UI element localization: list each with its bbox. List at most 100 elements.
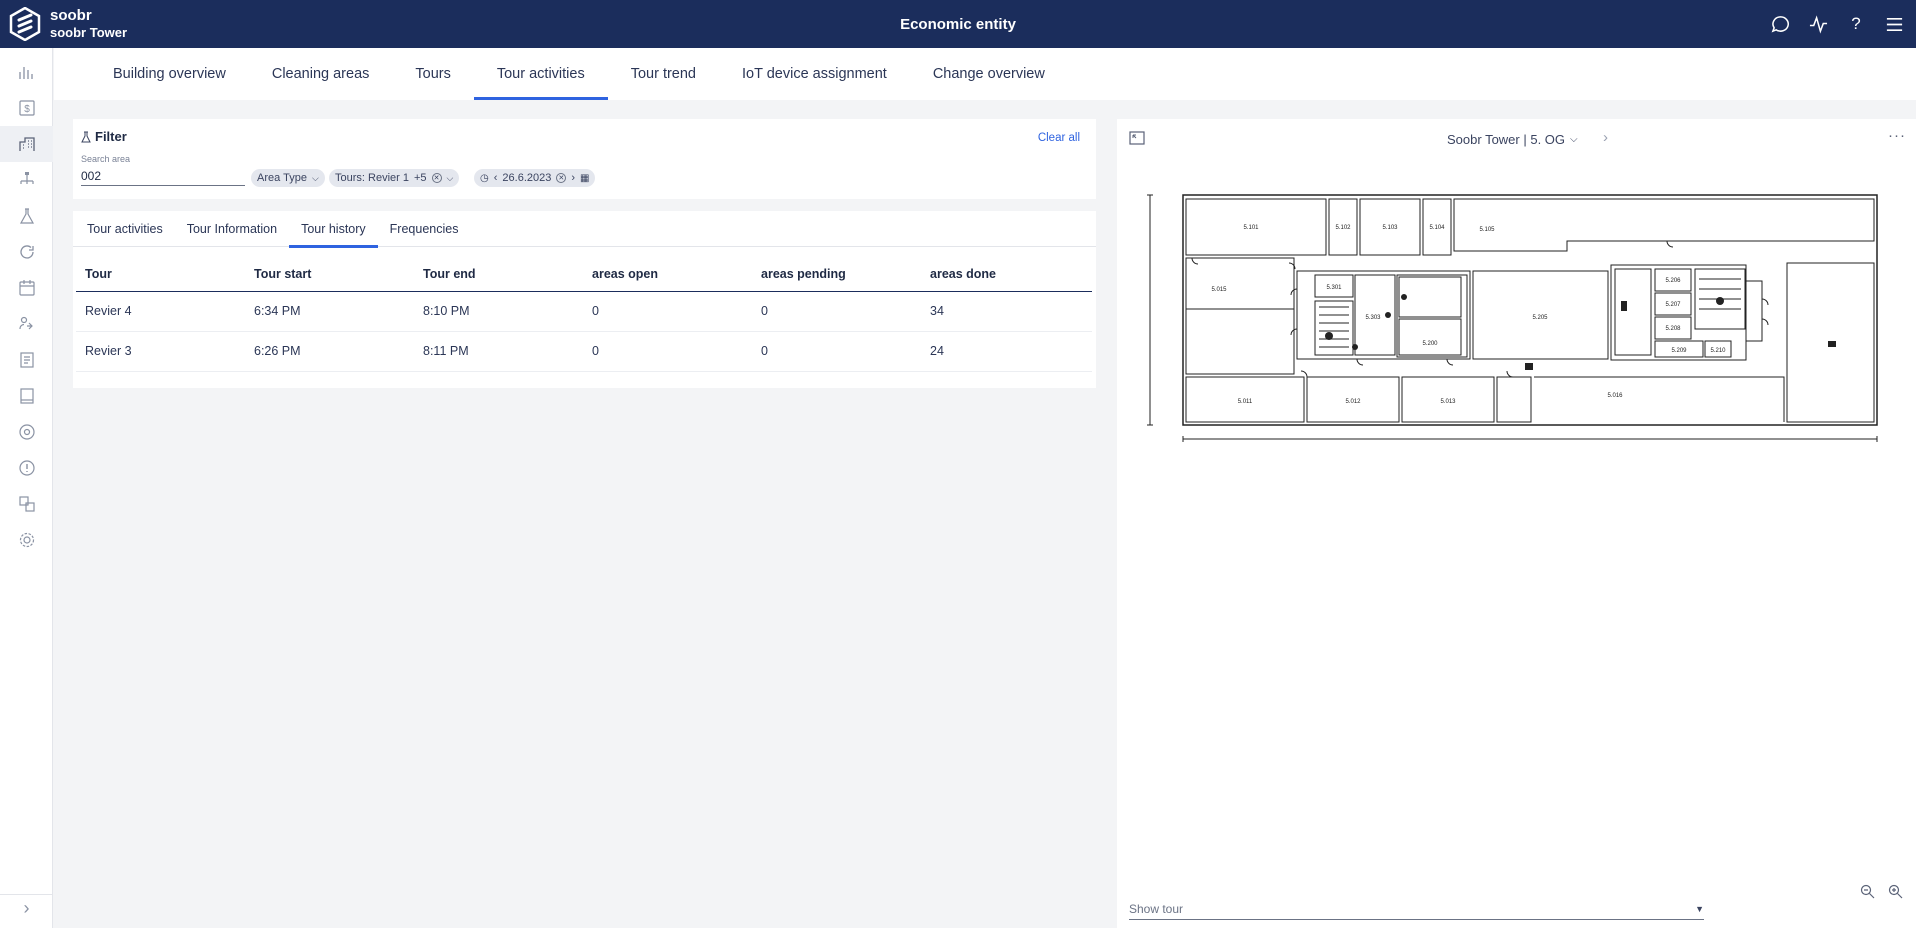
table-row[interactable]: Revier 3 6:26 PM 8:11 PM 0 0 24: [76, 331, 1092, 372]
search-area-input[interactable]: [81, 166, 245, 186]
tour-history-table: Tour Tour start Tour end areas open area…: [76, 257, 1092, 372]
top-header: soobr soobr Tower Economic entity ?: [0, 0, 1916, 48]
room-label: 5.012: [1345, 399, 1361, 405]
sub-tab-bar: Tour activities Tour Information Tour hi…: [73, 211, 1096, 248]
tours-more-count: +5: [413, 172, 427, 184]
area-type-label: Area Type: [257, 172, 307, 184]
room-label: 5.102: [1335, 225, 1351, 231]
activity-icon[interactable]: [1808, 14, 1828, 34]
cell-tour: Revier 4: [76, 291, 245, 332]
floor-plan[interactable]: 5.101 5.102 5.103 5.104 5.105 5.015 5.30…: [1147, 189, 1909, 499]
report-icon[interactable]: [0, 342, 53, 378]
zoom-out-icon[interactable]: [1858, 882, 1876, 900]
subtab-tour-activities[interactable]: Tour activities: [75, 211, 175, 247]
floor-selector-label: Soobr Tower | 5. OG: [1447, 132, 1566, 147]
tab-iot-device-assignment[interactable]: IoT device assignment: [719, 48, 910, 100]
clear-date-icon[interactable]: ✕: [556, 173, 567, 183]
calendar-clock-icon[interactable]: [0, 270, 53, 306]
cell-tour-start: 6:34 PM: [245, 291, 414, 332]
users-swap-icon[interactable]: [0, 306, 53, 342]
more-options-icon[interactable]: ···: [1888, 127, 1906, 144]
building-name: soobr Tower: [50, 25, 128, 40]
tab-tour-activities[interactable]: Tour activities: [473, 48, 608, 100]
column-header-areas-done[interactable]: areas done: [921, 257, 1092, 292]
chevron-down-icon[interactable]: ⌵: [447, 173, 454, 184]
cell-tour-start: 6:26 PM: [245, 331, 414, 372]
filter-panel: Filter Clear all Search area Area Type ⌵…: [73, 119, 1096, 199]
tab-tours[interactable]: Tours: [392, 48, 473, 100]
room-label: 5.104: [1429, 225, 1445, 231]
chevron-down-icon: ⌵: [311, 172, 319, 183]
filter-title: Filter: [95, 129, 127, 144]
bar-chart-icon[interactable]: [0, 54, 53, 90]
subtab-tour-information[interactable]: Tour Information: [175, 211, 289, 247]
tours-filter-chip[interactable]: Tours: Revier 1 +5 ✕ ⌵: [329, 169, 460, 187]
tour-table-panel: Tour activities Tour Information Tour hi…: [73, 211, 1096, 388]
main-tab-bar: Building overview Cleaning areas Tours T…: [54, 48, 1916, 100]
clear-all-button[interactable]: Clear all: [1038, 132, 1080, 144]
translate-icon[interactable]: [0, 486, 53, 522]
cell-areas-pending: 0: [752, 291, 921, 332]
dropdown-arrow-icon: ▼: [1695, 903, 1704, 914]
clock-icon: ◷: [480, 172, 489, 184]
column-header-areas-open[interactable]: areas open: [583, 257, 752, 292]
expand-map-icon[interactable]: [1129, 131, 1145, 145]
flask-icon[interactable]: [0, 198, 53, 234]
column-header-tour-start[interactable]: Tour start: [245, 257, 414, 292]
column-header-tour-end[interactable]: Tour end: [414, 257, 583, 292]
tab-cleaning-areas[interactable]: Cleaning areas: [249, 48, 393, 100]
menu-icon[interactable]: [1884, 14, 1904, 34]
flask-icon: [81, 131, 91, 142]
brand-name: soobr: [50, 7, 92, 24]
building-icon[interactable]: [0, 126, 53, 162]
cell-areas-open: 0: [583, 291, 752, 332]
area-type-dropdown[interactable]: Area Type ⌵: [251, 169, 325, 187]
gauge-icon[interactable]: [0, 414, 53, 450]
settings-icon[interactable]: [0, 522, 53, 558]
room-label: 5.011: [1238, 399, 1253, 405]
previous-date-icon[interactable]: ‹: [494, 172, 498, 184]
expand-sidebar-chevron-icon[interactable]: ›: [0, 894, 53, 922]
column-header-tour[interactable]: Tour: [76, 257, 245, 292]
svg-text:$: $: [24, 104, 30, 115]
room-label: 5.013: [1440, 399, 1456, 405]
room-label: 5.101: [1243, 225, 1259, 231]
zoom-in-icon[interactable]: [1886, 882, 1904, 900]
tab-change-overview[interactable]: Change overview: [910, 48, 1068, 100]
next-floor-icon[interactable]: ›: [1603, 129, 1608, 146]
filter-header: Filter: [81, 129, 127, 144]
book-icon[interactable]: [0, 378, 53, 414]
cell-tour-end: 8:11 PM: [414, 331, 583, 372]
cell-tour-end: 8:10 PM: [414, 291, 583, 332]
next-date-icon[interactable]: ›: [571, 172, 575, 184]
brand[interactable]: soobr soobr Tower: [0, 7, 260, 41]
date-filter-chip[interactable]: ◷ ‹ 26.6.2023 ✕ › ▦: [474, 169, 596, 187]
hierarchy-icon[interactable]: [0, 162, 53, 198]
cell-tour: Revier 3: [76, 331, 245, 372]
cell-areas-done: 24: [921, 331, 1092, 372]
subtab-frequencies[interactable]: Frequencies: [378, 211, 471, 247]
floor-selector[interactable]: Soobr Tower | 5. OG ⌵: [1447, 132, 1578, 147]
tab-tour-trend[interactable]: Tour trend: [608, 48, 719, 100]
chat-icon[interactable]: [1770, 14, 1790, 34]
cell-areas-pending: 0: [752, 331, 921, 372]
show-tour-select[interactable]: Show tour ▼: [1129, 898, 1704, 920]
room-label: 5.105: [1479, 227, 1495, 233]
clear-tours-icon[interactable]: ✕: [431, 173, 442, 183]
refresh-icon[interactable]: [0, 234, 53, 270]
alert-icon[interactable]: [0, 450, 53, 486]
floor-map-panel: Soobr Tower | 5. OG ⌵ › ··· 5.101 5.102 …: [1117, 119, 1916, 928]
room-label: 5.303: [1365, 315, 1381, 321]
help-icon[interactable]: ?: [1846, 14, 1866, 34]
calendar-icon[interactable]: ▦: [580, 173, 589, 184]
tab-building-overview[interactable]: Building overview: [90, 48, 249, 100]
room-label: 5.209: [1671, 348, 1687, 354]
subtab-tour-history[interactable]: Tour history: [289, 211, 378, 248]
dollar-icon[interactable]: $: [0, 90, 53, 126]
cell-areas-open: 0: [583, 331, 752, 372]
table-header-row: Tour Tour start Tour end areas open area…: [76, 257, 1092, 292]
room-label: 5.016: [1607, 393, 1623, 399]
search-area-label: Search area: [81, 154, 131, 164]
table-row[interactable]: Revier 4 6:34 PM 8:10 PM 0 0 34: [76, 291, 1092, 332]
column-header-areas-pending[interactable]: areas pending: [752, 257, 921, 292]
